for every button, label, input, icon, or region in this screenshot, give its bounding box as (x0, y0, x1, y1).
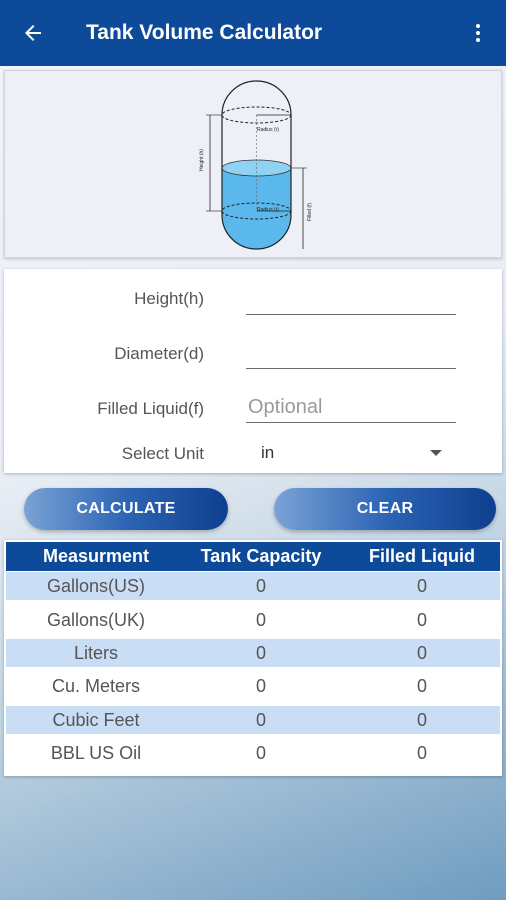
radius-label-top: Radius (r) (257, 127, 279, 133)
clear-button[interactable]: CLEAR (274, 488, 496, 530)
row-unit: Liters (73, 642, 118, 663)
unit-dropdown[interactable]: in (246, 439, 456, 467)
height-input[interactable] (246, 285, 456, 315)
row-unit: Gallons(UK) (46, 609, 146, 630)
height-dim-label: Height (h) (199, 149, 205, 171)
row-filled: 0 (416, 575, 427, 596)
header-measurement: Measurment (42, 546, 150, 566)
row-filled: 0 (416, 742, 427, 763)
back-button[interactable] (0, 0, 66, 66)
table-row: BBL US Oil 0 0 (6, 739, 500, 767)
table-row: Liters 0 0 (6, 639, 500, 667)
table-row: Cu. Meters 0 0 (6, 672, 500, 700)
row-capacity: 0 (255, 742, 266, 763)
app-bar: Tank Volume Calculator (0, 0, 506, 66)
arrow-left-icon (25, 25, 41, 41)
row-capacity: 0 (255, 609, 266, 630)
input-form: Height(h) Diameter(d) Filled Liquid(f) S… (4, 269, 502, 473)
row-filled: 0 (416, 709, 427, 730)
table-row: Cubic Feet 0 0 (6, 706, 500, 734)
overflow-menu-button[interactable] (450, 0, 506, 66)
filled-dim-label: Filled (f) (307, 203, 313, 221)
row-unit: Gallons(US) (46, 575, 146, 596)
tank-diagram-card: Radius (r) Radius (r) Height (h) Filled … (4, 70, 502, 258)
table-row: Gallons(UK) 0 0 (6, 606, 500, 634)
row-unit: Cubic Feet (52, 709, 140, 730)
results-table: Measurment Tank Capacity Filled Liquid G… (4, 540, 502, 776)
more-vert-icon (476, 24, 480, 42)
row-capacity: 0 (255, 575, 266, 596)
unit-selected-value: in (261, 443, 275, 462)
row-capacity: 0 (255, 642, 266, 663)
row-unit: Cu. Meters (51, 675, 141, 696)
tank-diagram: Radius (r) Radius (r) Height (h) Filled … (199, 80, 313, 250)
row-capacity: 0 (255, 709, 266, 730)
height-label: Height(h) (134, 289, 204, 308)
table-header: Measurment Tank Capacity Filled Liquid (6, 542, 500, 571)
filled-liquid-input[interactable] (246, 393, 456, 423)
diameter-label: Diameter(d) (114, 344, 204, 363)
radius-label-bottom: Radius (r) (257, 207, 279, 213)
diameter-input[interactable] (246, 339, 456, 369)
unit-label: Select Unit (121, 444, 204, 463)
app-title: Tank Volume Calculator (86, 21, 323, 44)
table-row: Gallons(US) 0 0 (6, 572, 500, 600)
header-tank-capacity: Tank Capacity (200, 546, 322, 566)
row-filled: 0 (416, 609, 427, 630)
row-unit: BBL US Oil (50, 742, 142, 763)
caret-down-icon (430, 450, 442, 456)
header-filled-liquid: Filled Liquid (369, 546, 475, 566)
row-capacity: 0 (255, 675, 266, 696)
calculate-button[interactable]: CALCULATE (24, 488, 228, 530)
row-filled: 0 (416, 675, 427, 696)
filled-liquid-label: Filled Liquid(f) (97, 399, 204, 418)
row-filled: 0 (416, 642, 427, 663)
